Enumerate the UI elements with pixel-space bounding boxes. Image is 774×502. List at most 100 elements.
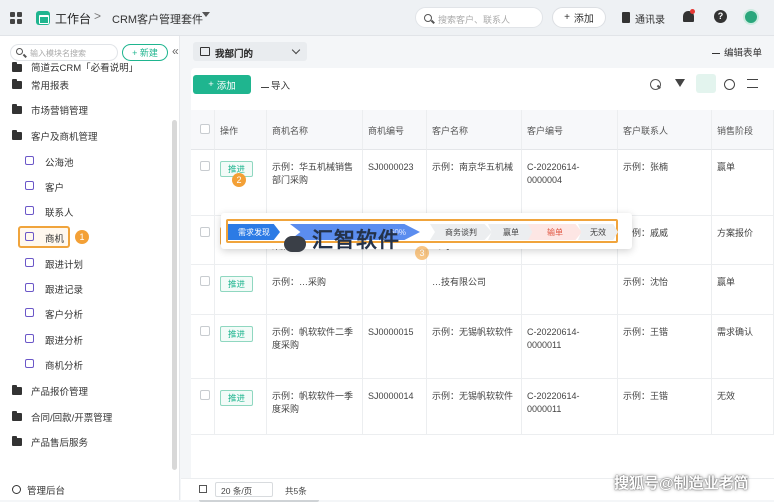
- row-select-cell: [191, 265, 215, 314]
- workspace-icon: [36, 11, 50, 25]
- sidebar-item-8[interactable]: 跟进计划: [0, 252, 172, 274]
- sidebar-item-4[interactable]: 公海池: [0, 150, 172, 172]
- sidebar-item-label: 商机: [45, 234, 65, 245]
- cell-code: [363, 265, 427, 314]
- sidebar-item-7[interactable]: 商机 1: [0, 226, 172, 248]
- view-selector[interactable]: 我部门的: [193, 42, 307, 61]
- sidebar-item-label: 市场营销管理: [31, 106, 89, 117]
- user-avatar[interactable]: [743, 9, 759, 25]
- folder-icon: [12, 104, 22, 114]
- stage-step-3[interactable]: 赢单: [488, 224, 534, 240]
- app-title[interactable]: CRM客户管理套件: [112, 11, 203, 27]
- cell-stage: 赢单: [712, 150, 774, 215]
- sidebar-item-label: 产品报价管理: [31, 387, 89, 398]
- watermark-logo-icon: [284, 236, 306, 252]
- folder-icon: [12, 411, 22, 421]
- sidebar-item-1[interactable]: 常用报表: [0, 73, 172, 95]
- import-button[interactable]: 导入: [271, 78, 290, 92]
- sidebar-item-12[interactable]: 商机分析: [0, 353, 172, 375]
- admin-icon: [12, 485, 21, 494]
- search-icon: [16, 48, 23, 55]
- column-header[interactable]: 客户名称: [427, 110, 522, 150]
- chart-icon: [25, 334, 34, 343]
- cell-name: 示例：帆软软件二季度采购: [267, 315, 363, 378]
- row-checkbox[interactable]: [200, 276, 210, 286]
- module-search-input[interactable]: 输入模块名搜索: [10, 44, 118, 61]
- column-header[interactable]: 销售阶段: [712, 110, 774, 150]
- sidebar-item-3[interactable]: 客户及商机管理: [0, 124, 172, 146]
- sidebar-item-11[interactable]: 跟进分析: [0, 328, 172, 350]
- table-row[interactable]: 推进 示例：帆软软件二季度采购 SJ0000015 示例：无锡帆软软件 C-202206…: [191, 315, 774, 379]
- main-content: 我部门的 编辑表单 + 添加 导入 操作 商机名称 商机编号 客户名称 客户编号 客户联系…: [181, 36, 774, 502]
- sidebar-item-label: 合同/回款/开票管理: [31, 413, 113, 424]
- new-module-button[interactable]: + 新建: [122, 44, 168, 61]
- add-record-button[interactable]: + 添加: [193, 75, 251, 94]
- advance-button[interactable]: 推进: [220, 276, 254, 293]
- corner-watermark: 搜狐号@制造业老简: [614, 475, 749, 492]
- column-header[interactable]: 客户编号: [522, 110, 618, 150]
- module-search-placeholder: 输入模块名搜索: [30, 49, 86, 58]
- top-add-label: 添加: [573, 14, 594, 25]
- contacts-link[interactable]: 通讯录: [635, 11, 665, 26]
- stage-step-2[interactable]: 商务谈判: [430, 224, 492, 240]
- stage-step-5[interactable]: 无效: [578, 224, 618, 240]
- app-dropdown-icon[interactable]: [202, 12, 210, 17]
- edit-form-button[interactable]: 编辑表单: [724, 45, 762, 59]
- column-header[interactable]: 操作: [215, 110, 267, 150]
- sidebar-item-5[interactable]: 客户: [0, 175, 172, 197]
- top-add-button[interactable]: + 添加: [552, 7, 606, 28]
- advance-button[interactable]: 推进: [220, 390, 254, 407]
- sidebar-item-13[interactable]: 产品报价管理: [0, 379, 172, 401]
- step-badge-1: 1: [75, 230, 89, 244]
- row-select-cell: [191, 315, 215, 378]
- table-row[interactable]: 推进 示例：帆软软件一季度采购 SJ0000014 示例：无锡帆软软件 C-202206…: [191, 379, 774, 435]
- page-size-select[interactable]: 20 条/页: [215, 482, 273, 497]
- admin-console-link[interactable]: 管理后台: [27, 483, 65, 497]
- chart-toggle-icon[interactable]: [696, 74, 716, 93]
- sidebar-item-2[interactable]: 市场营销管理: [0, 98, 172, 120]
- plus-icon: +: [208, 79, 214, 90]
- help-icon[interactable]: ?: [714, 10, 727, 23]
- stage-step-4[interactable]: 输单: [528, 224, 582, 240]
- sidebar-item-6[interactable]: 联系人: [0, 200, 172, 222]
- add-record-label: 添加: [216, 80, 236, 92]
- stage-step-0[interactable]: 需求发现: [228, 224, 280, 240]
- cell-stage: 需求确认: [712, 315, 774, 378]
- contacts-icon: [622, 12, 630, 23]
- row-checkbox[interactable]: [200, 390, 210, 400]
- sidebar-scrollbar[interactable]: [172, 120, 177, 470]
- global-search-input[interactable]: 搜索客户、联系人: [415, 7, 543, 28]
- row-checkbox[interactable]: [200, 227, 210, 237]
- top-bar: 工作台 > CRM客户管理套件 搜索客户、联系人 + 添加 通讯录 ?: [0, 0, 774, 36]
- apps-grid-icon[interactable]: [10, 12, 22, 24]
- row-height-icon[interactable]: [747, 79, 758, 88]
- advance-button[interactable]: 推进: [220, 326, 254, 343]
- sidebar-item-label: 简道云CRM「必看说明」: [31, 63, 139, 74]
- column-header[interactable]: 客户联系人: [618, 110, 712, 150]
- sidebar-item-15[interactable]: 产品售后服务: [0, 430, 172, 452]
- collapse-sidebar-icon[interactable]: «: [172, 44, 179, 58]
- row-checkbox[interactable]: [200, 326, 210, 336]
- column-header[interactable]: 商机名称: [267, 110, 363, 150]
- cell-customer_code: C-20220614-0000011: [522, 379, 618, 434]
- table-row[interactable]: 推进 示例：…采购 …技有限公司 示例：沈怡 赢单: [191, 265, 774, 315]
- select-all-checkbox[interactable]: [200, 124, 210, 134]
- row-checkbox[interactable]: [200, 161, 210, 171]
- cell-customer_code: [522, 265, 618, 314]
- sidebar-item-9[interactable]: 跟进记录: [0, 277, 172, 299]
- refresh-icon[interactable]: [724, 79, 735, 90]
- cell-customer: 示例：南京华五机械: [427, 150, 522, 215]
- sidebar-item-10[interactable]: 客户分析: [0, 302, 172, 324]
- filter-icon[interactable]: [675, 79, 685, 87]
- column-header[interactable]: 商机编号: [363, 110, 427, 150]
- search-icon[interactable]: [650, 79, 661, 90]
- workspace-link[interactable]: 工作台: [55, 10, 91, 27]
- chart-icon: [25, 308, 34, 317]
- view-name: 我部门的: [215, 49, 254, 60]
- table-row[interactable]: 推进 示例：华五机械销售部门采购 SJ0000023 示例：南京华五机械 C-20220…: [191, 150, 774, 216]
- edit-icon: [712, 46, 720, 54]
- sidebar-item-14[interactable]: 合同/回款/开票管理: [0, 405, 172, 427]
- sidebar-item-0[interactable]: 简道云CRM「必看说明」: [0, 60, 172, 74]
- chart-icon: [25, 359, 34, 368]
- import-icon: [261, 80, 269, 88]
